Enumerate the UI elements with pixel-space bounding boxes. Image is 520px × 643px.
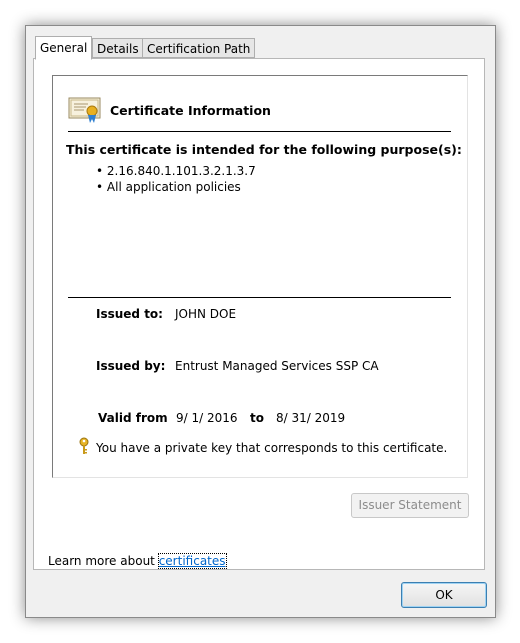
issued-by-value: Entrust Managed Services SSP CA [175,359,379,373]
valid-from-value: 9/ 1/ 2016 [176,411,238,425]
issued-by-label: Issued by: [96,359,166,373]
certificate-info-frame: Certificate Information This certificate… [52,75,468,478]
private-key-note: You have a private key that corresponds … [96,441,448,455]
learn-more-text: Learn more about certificates [48,553,227,569]
valid-to-label: to [250,411,264,425]
purpose-item: • All application policies [96,180,241,194]
header-divider [68,131,451,132]
tab-general[interactable]: General [35,36,93,60]
learn-more-prefix: Learn more about [48,554,155,568]
certificate-dialog: General Details Certification Path Certi… [25,25,496,618]
purpose-heading: This certificate is intended for the fol… [66,142,462,157]
certificate-icon [68,97,101,123]
purpose-text: 2.16.840.1.101.3.2.1.3.7 [106,164,256,178]
details-divider [68,297,451,298]
issued-to-label: Issued to: [96,307,163,321]
tab-details[interactable]: Details [92,38,144,58]
key-icon [79,437,89,454]
certificates-link[interactable]: certificates [157,553,227,569]
certificate-info-header: Certificate Information [110,103,271,118]
tab-certification-path[interactable]: Certification Path [142,38,256,58]
general-tab-panel: Certificate Information This certificate… [33,58,485,570]
issuer-statement-button[interactable]: Issuer Statement [351,493,469,518]
valid-to-value: 8/ 31/ 2019 [276,411,346,425]
ok-button[interactable]: OK [401,582,487,608]
purpose-text: All application policies [106,180,241,194]
valid-from-label: Valid from [98,411,168,425]
issued-to-value: JOHN DOE [175,307,237,321]
purpose-item: • 2.16.840.1.101.3.2.1.3.7 [96,164,256,178]
